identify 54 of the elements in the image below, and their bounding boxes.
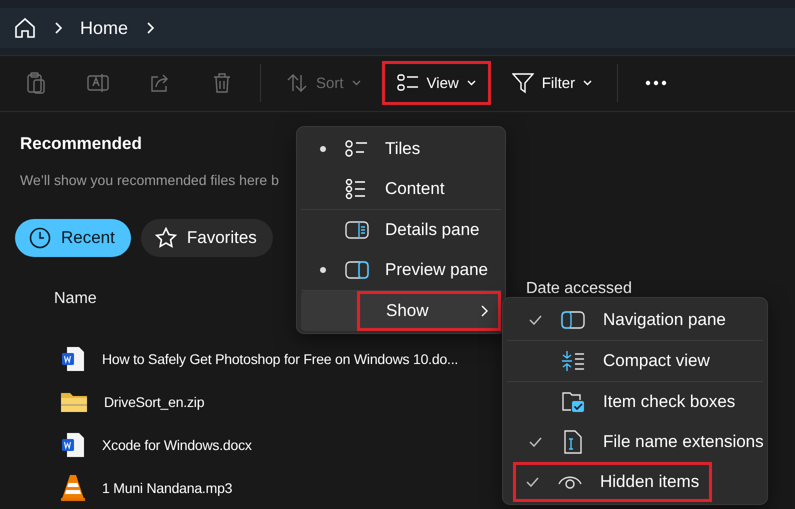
more-icon <box>645 80 668 86</box>
preview-pane-icon <box>345 261 369 279</box>
word-document-icon <box>60 346 86 372</box>
word-document-icon <box>60 432 86 458</box>
checkmark-icon <box>526 477 538 487</box>
file-name[interactable]: DriveSort_en.zip <box>104 394 204 410</box>
chevron-right-icon <box>481 305 488 317</box>
rename-icon <box>87 73 109 94</box>
checkmark-icon <box>528 315 542 325</box>
tiles-icon <box>345 140 369 158</box>
recommended-message: We’ll show you recommended files here b <box>20 172 279 188</box>
details-pane-icon <box>345 221 369 239</box>
chevron-down-icon <box>352 80 361 86</box>
filter-icon <box>512 72 534 94</box>
menu-item[interactable]: Preview pane <box>301 250 501 290</box>
chevron-right-icon[interactable] <box>146 22 154 34</box>
menu-item[interactable]: Content <box>301 169 501 209</box>
clock-icon <box>29 227 51 249</box>
chevron-down-icon <box>466 80 476 86</box>
section-title: Recommended <box>20 134 142 154</box>
home-icon[interactable] <box>14 17 36 39</box>
star-icon <box>154 227 177 249</box>
column-header[interactable]: Name <box>54 290 97 308</box>
chevron-down-icon <box>583 80 592 86</box>
menu-item[interactable]: Navigation pane <box>507 300 763 340</box>
menu-item[interactable]: Item check boxes <box>507 382 763 422</box>
sort-icon <box>286 73 308 94</box>
menu-item[interactable]: Compact view <box>507 341 763 381</box>
file-name[interactable]: Xcode for Windows.docx <box>102 436 252 452</box>
navigation-pane-icon <box>561 311 585 329</box>
menu-item[interactable]: Tiles <box>301 129 501 169</box>
file-name[interactable]: How to Safely Get Photoshop for Free on Windows 10.do... <box>102 350 458 366</box>
menu-item[interactable]: Show <box>301 291 501 331</box>
bullet-icon <box>320 267 326 273</box>
checkmark-icon <box>528 437 542 447</box>
menu-item[interactable]: File name extensions <box>507 422 763 462</box>
traffic-cone-icon <box>60 474 86 502</box>
filter-button[interactable]: Filter <box>496 61 608 106</box>
file-name[interactable]: 1 Muni Nandana.mp3 <box>102 480 232 496</box>
eye-icon <box>558 474 582 490</box>
bullet-icon <box>320 146 326 152</box>
trash-icon <box>213 73 231 94</box>
compact-view-icon <box>561 350 585 372</box>
clipboard-icon <box>26 72 46 94</box>
column-header[interactable]: Date accessed <box>526 280 632 298</box>
chevron-right-icon <box>54 22 62 34</box>
folder-checkbox-icon <box>561 391 585 413</box>
view-button[interactable]: View <box>382 61 491 106</box>
breadcrumb-item[interactable]: Home <box>80 18 128 38</box>
list-icon <box>396 74 419 92</box>
menu-item[interactable]: Details pane <box>301 210 501 250</box>
filter-chip[interactable]: Favorites <box>140 219 273 257</box>
file-icon <box>563 430 583 454</box>
filter-chip[interactable]: Recent <box>15 219 131 257</box>
